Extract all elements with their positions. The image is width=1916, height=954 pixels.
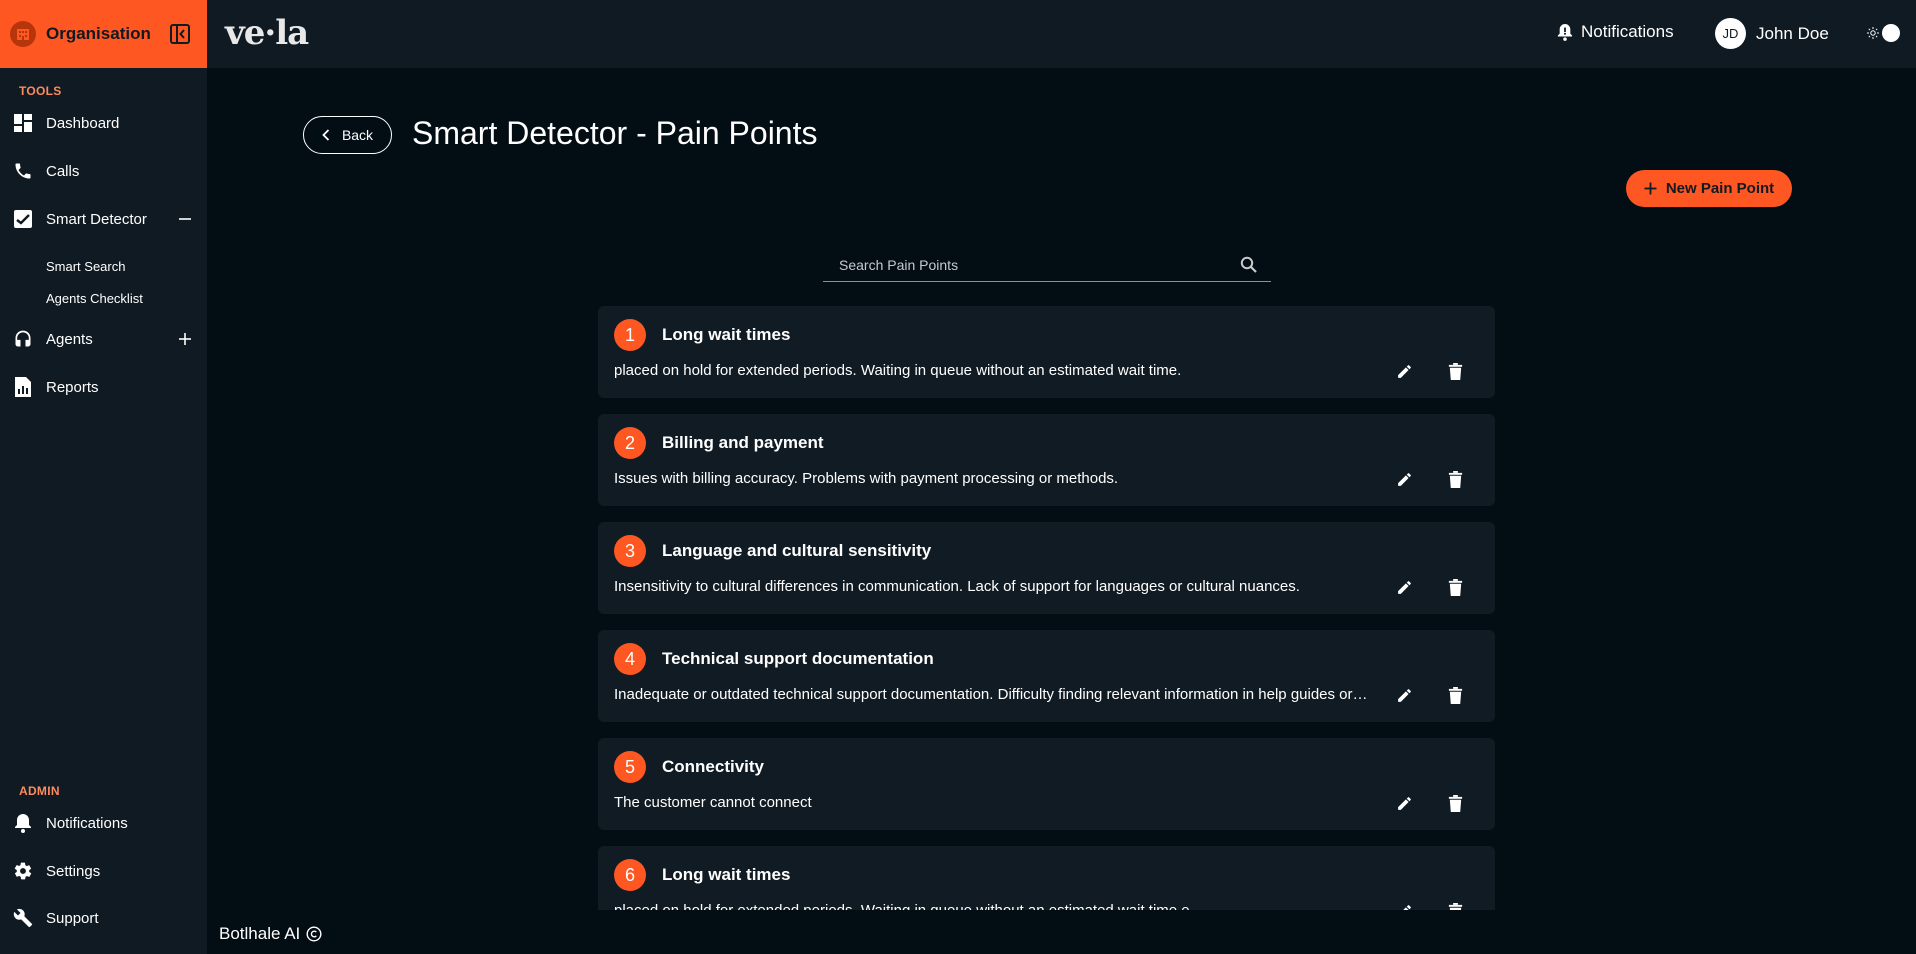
search-input[interactable] <box>823 256 1223 273</box>
new-pain-point-label: New Pain Point <box>1665 180 1775 197</box>
sidebar-item-label: Dashboard <box>46 114 120 132</box>
delete-trash-icon[interactable] <box>1444 900 1466 910</box>
phone-icon <box>12 160 34 182</box>
pain-point-card[interactable]: 2 Billing and payment Issues with billin… <box>598 414 1495 506</box>
notifications-button[interactable]: Notifications <box>1557 22 1674 42</box>
pain-point-title: Billing and payment <box>662 433 824 452</box>
copyright-icon <box>306 926 322 942</box>
pain-point-number: 5 <box>614 751 646 783</box>
sidebar-item-notifications[interactable]: Notifications <box>0 805 207 841</box>
sidebar-item-label: Notifications <box>46 814 128 832</box>
dashboard-icon <box>12 112 34 134</box>
pain-point-description: Inadequate or outdated technical support… <box>614 686 1370 703</box>
pain-point-title: Language and cultural sensitivity <box>662 541 932 560</box>
sidebar-item-smart-detector[interactable]: Smart Detector <box>0 201 207 237</box>
pain-point-card[interactable]: 1 Long wait times placed on hold for ext… <box>598 306 1495 398</box>
pain-point-description: Issues with billing accuracy. Problems w… <box>614 470 1119 487</box>
delete-trash-icon[interactable] <box>1444 576 1466 598</box>
sidebar-item-dashboard[interactable]: Dashboard <box>0 105 207 141</box>
sidebar-item-support[interactable]: Support <box>0 900 207 936</box>
pain-point-title: Connectivity <box>662 757 765 776</box>
search-bar <box>823 248 1271 282</box>
tools-section-title: TOOLS <box>19 84 62 98</box>
top-bar: ve·la Notifications JD John Doe <box>207 0 1916 68</box>
organisation-icon <box>10 21 36 47</box>
notifications-label: Notifications <box>1581 22 1674 41</box>
back-button[interactable]: Back <box>303 116 392 154</box>
bell-icon <box>12 812 34 834</box>
pain-point-list: 1 Long wait times placed on hold for ext… <box>598 306 1495 910</box>
delete-trash-icon[interactable] <box>1444 792 1466 814</box>
edit-pencil-icon[interactable] <box>1393 792 1415 814</box>
gear-icon <box>12 860 34 882</box>
expand-plus-icon[interactable] <box>177 331 193 347</box>
collapse-sidebar-icon[interactable] <box>168 22 192 46</box>
sidebar-item-label: Agents <box>46 330 93 348</box>
plus-icon <box>1644 182 1657 195</box>
headset-icon <box>12 328 34 350</box>
edit-pencil-icon[interactable] <box>1393 576 1415 598</box>
sidebar-item-label: Smart Detector <box>46 210 147 228</box>
collapse-minus-icon[interactable] <box>177 211 193 227</box>
pain-point-description: placed on hold for extended periods. Wai… <box>614 902 1370 910</box>
edit-pencil-icon[interactable] <box>1393 468 1415 490</box>
sidebar-item-label: Reports <box>46 378 99 396</box>
sidebar-subitem-smart-search[interactable]: Smart Search <box>46 259 125 274</box>
pain-point-card[interactable]: 6 Long wait times placed on hold for ext… <box>598 846 1495 910</box>
user-menu[interactable]: JD John Doe <box>1715 18 1829 49</box>
footer: Botlhale AI <box>219 924 322 944</box>
organisation-header[interactable]: Organisation <box>0 0 207 68</box>
sidebar-subitem-agents-checklist[interactable]: Agents Checklist <box>46 291 143 306</box>
sun-icon <box>1867 27 1879 39</box>
delete-trash-icon[interactable] <box>1444 684 1466 706</box>
theme-toggle[interactable] <box>1867 24 1900 42</box>
sidebar-item-label: Settings <box>46 862 101 880</box>
pain-point-description: placed on hold for extended periods. Wai… <box>614 362 1182 379</box>
delete-trash-icon[interactable] <box>1444 360 1466 382</box>
chevron-left-icon <box>322 129 330 141</box>
sidebar-item-label: Calls <box>46 162 80 180</box>
sidebar-item-settings[interactable]: Settings <box>0 853 207 889</box>
pain-point-title: Long wait times <box>662 865 791 884</box>
pain-point-number: 1 <box>614 319 646 351</box>
organisation-label: Organisation <box>46 24 151 43</box>
pain-point-description: Insensitivity to cultural differences in… <box>614 578 1300 595</box>
sidebar: Organisation TOOLS Dashboard Calls Smart… <box>0 0 207 954</box>
back-label: Back <box>341 127 374 143</box>
sidebar-item-calls[interactable]: Calls <box>0 153 207 189</box>
report-icon <box>12 376 34 398</box>
check-chart-icon <box>12 208 34 230</box>
pain-point-number: 6 <box>614 859 646 891</box>
logo-text: ve·la <box>225 13 309 53</box>
pain-point-card[interactable]: 4 Technical support documentation Inadeq… <box>598 630 1495 722</box>
pain-point-description: The customer cannot connect <box>614 794 812 811</box>
wrench-icon <box>12 907 34 929</box>
edit-pencil-icon[interactable] <box>1393 900 1415 910</box>
edit-pencil-icon[interactable] <box>1393 360 1415 382</box>
user-name: John Doe <box>1756 23 1829 43</box>
search-icon[interactable] <box>1240 256 1257 273</box>
admin-section-title: ADMIN <box>19 784 60 798</box>
sidebar-item-label: Support <box>46 909 99 927</box>
page-title: Smart Detector - Pain Points <box>412 115 818 151</box>
pain-point-title: Long wait times <box>662 325 791 344</box>
pain-point-card[interactable]: 5 Connectivity The customer cannot conne… <box>598 738 1495 830</box>
theme-toggle-knob <box>1882 24 1900 42</box>
sidebar-item-reports[interactable]: Reports <box>0 369 207 405</box>
pain-point-title: Technical support documentation <box>662 649 934 668</box>
footer-text: Botlhale AI <box>219 924 301 943</box>
pain-point-number: 4 <box>614 643 646 675</box>
bell-alert-icon <box>1557 24 1573 41</box>
pain-point-number: 3 <box>614 535 646 567</box>
new-pain-point-button[interactable]: New Pain Point <box>1626 170 1792 207</box>
edit-pencil-icon[interactable] <box>1393 684 1415 706</box>
delete-trash-icon[interactable] <box>1444 468 1466 490</box>
sidebar-item-agents[interactable]: Agents <box>0 321 207 357</box>
vela-logo[interactable]: ve·la <box>225 13 309 53</box>
pain-point-card[interactable]: 3 Language and cultural sensitivity Inse… <box>598 522 1495 614</box>
pain-point-number: 2 <box>614 427 646 459</box>
avatar: JD <box>1715 18 1746 49</box>
